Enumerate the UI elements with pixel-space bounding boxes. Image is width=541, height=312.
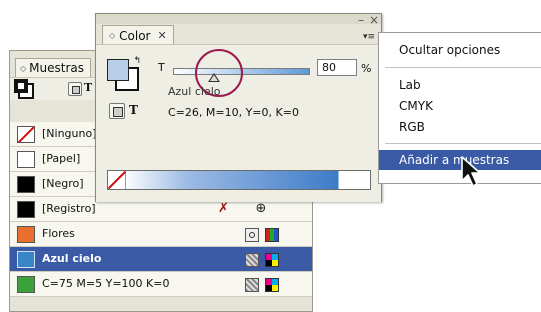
menu-separator bbox=[385, 67, 541, 68]
color-ramp[interactable] bbox=[107, 170, 371, 190]
mouse-pointer-icon bbox=[461, 156, 481, 187]
cmyk-mode-icon bbox=[265, 253, 279, 267]
swatch-chip bbox=[17, 226, 35, 243]
registration-icon: ⊕ bbox=[255, 201, 267, 216]
container-format-icon[interactable] bbox=[68, 82, 82, 96]
tab-color[interactable]: ◇ Color ✕ bbox=[102, 25, 174, 45]
menu-item-rgb[interactable]: RGB bbox=[379, 117, 541, 137]
menu-item-lab[interactable]: Lab bbox=[379, 75, 541, 95]
swatch-row-flores[interactable]: Flores bbox=[10, 222, 312, 247]
text-format-icon[interactable]: T bbox=[84, 81, 92, 94]
swatch-name: [Ninguno] bbox=[42, 127, 97, 140]
tab-close-icon[interactable]: ✕ bbox=[158, 29, 167, 42]
panel-grip-icon: ◇ bbox=[20, 63, 27, 73]
panel-menu-icon[interactable]: ▾≡ bbox=[363, 32, 377, 42]
swatch-name: C=75 M=5 Y=100 K=0 bbox=[42, 277, 170, 290]
process-color-icon bbox=[245, 253, 259, 267]
menu-item-cmyk[interactable]: CMYK bbox=[379, 96, 541, 116]
fill-stroke-icon[interactable]: ↰ bbox=[107, 56, 141, 91]
swatch-name: Azul cielo bbox=[42, 252, 102, 265]
swatch-name: Flores bbox=[42, 227, 75, 240]
swatch-row-azul-cielo[interactable]: Azul cielo bbox=[10, 247, 312, 272]
spot-color-icon bbox=[245, 228, 259, 242]
minimize-icon[interactable]: – bbox=[358, 14, 364, 26]
cmyk-mode-icon bbox=[265, 278, 279, 292]
close-icon[interactable]: × bbox=[369, 14, 379, 26]
swap-arrow-icon[interactable]: ↰ bbox=[133, 56, 141, 66]
swatch-chip bbox=[17, 251, 35, 268]
tint-value-input[interactable]: 80 bbox=[317, 59, 357, 76]
process-color-icon bbox=[245, 278, 259, 292]
swatch-name: [Papel] bbox=[42, 152, 81, 165]
container-format-icon[interactable] bbox=[109, 103, 125, 119]
color-panel: – × ◇ Color ✕ ▾≡ ↰ T 80 % Azul cielo T C… bbox=[95, 13, 382, 202]
panel-title-bar[interactable] bbox=[96, 14, 381, 24]
swatch-chip bbox=[17, 176, 35, 193]
swatch-name-label: Azul cielo bbox=[168, 85, 221, 98]
none-chip-icon bbox=[17, 126, 35, 143]
menu-separator bbox=[385, 143, 541, 144]
cmyk-values-label: C=26, M=10, Y=0, K=0 bbox=[168, 106, 299, 119]
tint-unit-label: % bbox=[361, 62, 372, 75]
swatch-name: [Registro] bbox=[42, 202, 96, 215]
tab-swatches[interactable]: ◇ Muestras bbox=[15, 58, 91, 77]
lab-mode-icon bbox=[265, 228, 279, 242]
swatch-chip bbox=[17, 276, 35, 293]
non-editable-icon: ✗ bbox=[218, 201, 229, 216]
swatch-row-green[interactable]: C=75 M=5 Y=100 K=0 bbox=[10, 272, 312, 297]
tab-swatches-label: Muestras bbox=[29, 61, 84, 75]
panel-grip-icon: ◇ bbox=[109, 31, 116, 40]
text-format-icon[interactable]: T bbox=[129, 103, 138, 117]
swatch-chip bbox=[17, 201, 35, 218]
swatch-name: [Negro] bbox=[42, 177, 84, 190]
menu-item-hide-options[interactable]: Ocultar opciones bbox=[379, 40, 541, 60]
none-color-icon[interactable] bbox=[108, 171, 126, 189]
color-panel-body: ↰ T 80 % Azul cielo T C=26, M=10, Y=0, K… bbox=[96, 44, 381, 202]
fill-stroke-icon[interactable] bbox=[14, 79, 34, 99]
tab-color-label: Color bbox=[119, 28, 151, 43]
swatch-chip bbox=[17, 151, 35, 168]
tint-slider-label: T bbox=[158, 61, 165, 74]
